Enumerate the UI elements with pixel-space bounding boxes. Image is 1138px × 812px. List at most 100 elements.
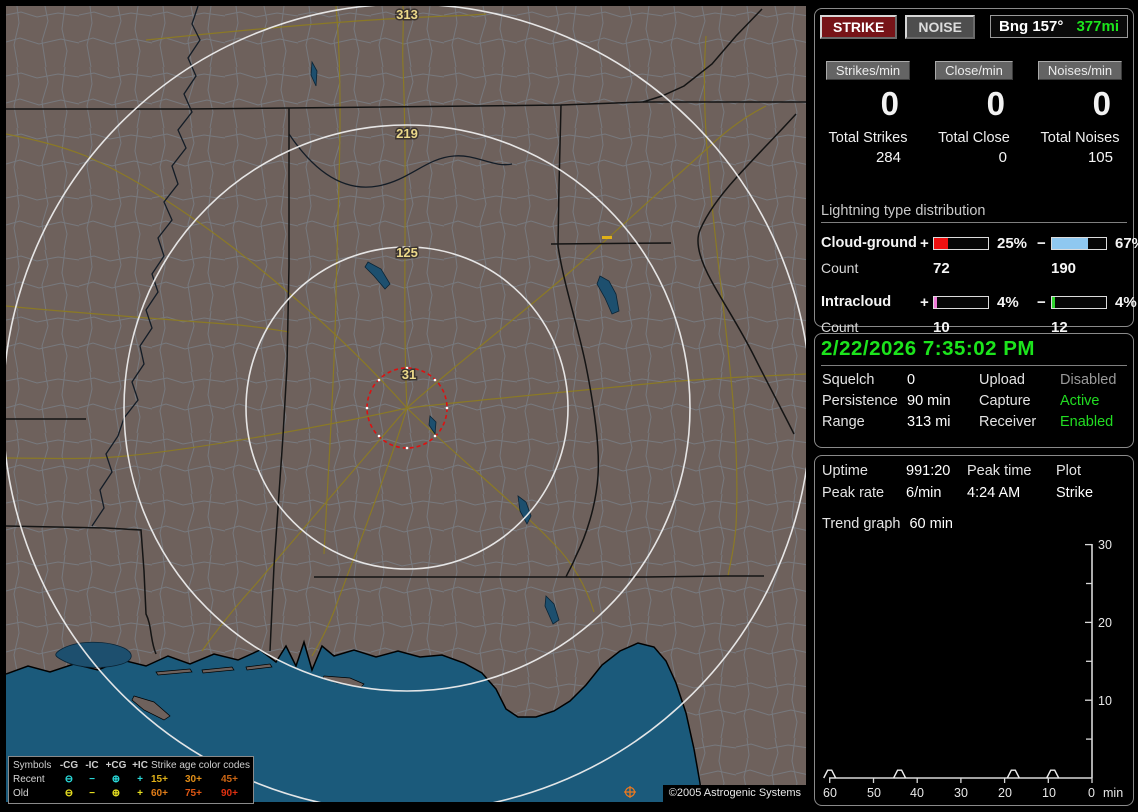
upload-label: Upload xyxy=(979,372,1025,388)
plot-label: Plot xyxy=(1056,463,1081,479)
legend-col-pos-ic: +IC xyxy=(132,760,148,771)
plot-value: Strike xyxy=(1056,485,1094,501)
cg-negative-bar xyxy=(1051,236,1107,250)
x-tick-10: 10 xyxy=(1042,786,1056,800)
squelch-value: 0 xyxy=(907,372,916,388)
legend-age-header: Strike age color codes xyxy=(151,760,250,771)
cg-negative-pct: 67% xyxy=(1115,234,1138,252)
ic-negative-pct: 4% xyxy=(1115,293,1137,311)
x-tick-60: 60 xyxy=(823,786,837,800)
cg-negative-count: 190 xyxy=(1051,259,1077,277)
upload-status: Disabled xyxy=(1060,372,1117,388)
legend-symbols-header: Symbols xyxy=(13,760,52,771)
old-neg-ic-icon: − xyxy=(89,788,95,799)
peak-time-value: 4:24 AM xyxy=(967,485,1021,501)
receiver-label: Receiver xyxy=(979,414,1037,430)
total-close-label: Total Close xyxy=(938,130,1010,146)
side-panel: STRIKE NOISE Bng 157° 377mi Strikes/min … xyxy=(812,0,1138,812)
age-code-15: 15+ xyxy=(151,774,168,785)
age-code-30: 30+ xyxy=(185,774,202,785)
old-pos-ic-icon: + xyxy=(137,788,143,799)
legend-row-recent-label: Recent xyxy=(13,774,45,785)
bearing-value: Bng 157° xyxy=(999,18,1064,35)
x-tick-50: 50 xyxy=(867,786,881,800)
legend-col-neg-ic: -IC xyxy=(85,760,99,771)
ic-positive-pct: 4% xyxy=(997,293,1019,311)
peak-time-label: Peak time xyxy=(967,463,1032,479)
x-tick-20: 20 xyxy=(998,786,1012,800)
age-code-75: 75+ xyxy=(185,788,202,799)
legend-row-old-label: Old xyxy=(13,788,29,799)
close-per-min-value: 0 xyxy=(986,85,1005,122)
uptime-value: 991:20 xyxy=(906,463,951,479)
age-code-60: 60+ xyxy=(151,788,168,799)
cg-positive-pct: 25% xyxy=(997,234,1028,252)
total-noises-value: 105 xyxy=(1087,149,1113,166)
persistence-value: 90 min xyxy=(907,393,951,409)
uptime-label: Uptime xyxy=(822,463,868,479)
cloud-ground-label: Cloud-ground xyxy=(821,235,917,251)
trend-series xyxy=(823,769,1060,779)
recent-pos-ic-icon: + xyxy=(137,774,143,785)
age-code-45: 45+ xyxy=(221,774,238,785)
ring-label-31: 31 xyxy=(402,367,416,382)
legend-col-neg-cg: -CG xyxy=(59,760,79,771)
cg-positive-count: 72 xyxy=(933,259,950,277)
x-axis-unit: min xyxy=(1103,786,1123,800)
y-tick-10: 10 xyxy=(1098,694,1112,708)
ic-minus-sign: − xyxy=(1037,293,1046,311)
squelch-label: Squelch xyxy=(822,372,875,388)
intracloud-label: Intracloud xyxy=(821,294,892,310)
ic-plus-sign: + xyxy=(920,293,929,311)
total-noises-label: Total Noises xyxy=(1040,130,1120,146)
cg-positive-bar xyxy=(933,236,989,250)
cg-plus-sign: + xyxy=(920,234,929,252)
age-code-90: 90+ xyxy=(221,788,238,799)
old-neg-cg-icon: ⊖ xyxy=(64,788,74,799)
trend-graph-value: 60 min xyxy=(909,516,953,532)
capture-label: Capture xyxy=(979,393,1031,409)
peak-rate-label: Peak rate xyxy=(822,485,885,501)
map-canvas[interactable]: 313 219 125 31 Symbols -CG -IC +CG +IC S… xyxy=(6,6,806,804)
range-label: Range xyxy=(822,414,865,430)
recent-pos-cg-icon: ⊕ xyxy=(111,774,121,785)
close-per-min-button[interactable]: Close/min xyxy=(935,61,1013,80)
receiver-status: Enabled xyxy=(1060,414,1114,430)
strike-mode-button[interactable]: STRIKE xyxy=(820,15,898,39)
datetime-display: 2/22/2026 7:35:02 PM xyxy=(821,337,1127,366)
y-tick-30: 30 xyxy=(1098,538,1112,552)
bearing-distance: 377mi xyxy=(1076,18,1119,35)
ic-negative-bar xyxy=(1051,295,1107,309)
strike-symbol-neg-ic-icon xyxy=(602,236,612,239)
recent-neg-cg-icon: ⊖ xyxy=(64,774,74,785)
map-graphic: 313 219 125 31 xyxy=(6,6,806,802)
persistence-label: Persistence xyxy=(822,393,898,409)
y-tick-20: 20 xyxy=(1098,616,1112,630)
y-ticks xyxy=(1085,543,1092,740)
total-strikes-value: 284 xyxy=(875,149,901,166)
peak-rate-value: 6/min xyxy=(906,485,942,501)
old-pos-cg-icon: ⊕ xyxy=(111,788,121,799)
x-tick-40: 40 xyxy=(910,786,924,800)
cg-minus-sign: − xyxy=(1037,234,1046,252)
noises-per-min-button[interactable]: Noises/min xyxy=(1037,61,1123,80)
trend-graph-label: Trend graph xyxy=(822,516,901,532)
total-close-value: 0 xyxy=(998,149,1007,166)
ic-positive-bar xyxy=(933,295,989,309)
cg-count-label: Count xyxy=(821,260,859,276)
strikes-per-min-button[interactable]: Strikes/min xyxy=(825,61,911,80)
noise-mode-button[interactable]: NOISE xyxy=(905,15,975,39)
recent-neg-ic-icon: − xyxy=(89,774,95,785)
copyright-text: ©2005 Astrogenic Systems xyxy=(662,785,806,802)
range-value: 313 mi xyxy=(907,414,951,430)
status-trend-box: Uptime 991:20 Peak time Plot Peak rate 6… xyxy=(814,455,1134,806)
strike-stats-box: STRIKE NOISE Bng 157° 377mi Strikes/min … xyxy=(814,8,1138,336)
strikes-per-min-value: 0 xyxy=(880,85,899,122)
distribution-title: Lightning type distribution xyxy=(821,203,1127,223)
symbols-legend: Symbols -CG -IC +CG +IC Strike age color… xyxy=(8,756,254,804)
x-tick-0: 0 xyxy=(1088,786,1095,800)
capture-status: Active xyxy=(1060,393,1100,409)
noises-per-min-value: 0 xyxy=(1092,85,1111,122)
ring-label-313: 313 xyxy=(396,7,418,22)
bearing-display: Bng 157° 377mi xyxy=(990,15,1128,38)
